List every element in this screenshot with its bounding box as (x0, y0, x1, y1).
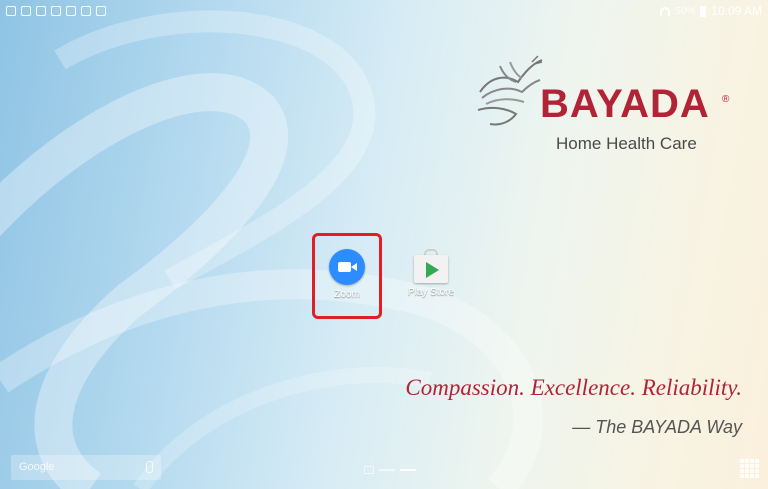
page-dot[interactable] (379, 469, 395, 471)
bayada-logo: BAYADA ® Home Health Care (470, 52, 729, 153)
brand-name: BAYADA (540, 82, 710, 126)
dove-icon (477, 55, 543, 126)
apps-drawer-icon[interactable] (740, 459, 759, 478)
play-triangle-icon (426, 262, 439, 278)
download-icon (51, 6, 61, 16)
status-bar[interactable]: 50% 10:09 AM (0, 0, 768, 22)
screenshot-icon (21, 6, 31, 16)
cloud-upload-icon (36, 6, 46, 16)
system-status: 50% 10:09 AM (660, 4, 762, 18)
play-store-icon[interactable] (414, 249, 448, 283)
cast-icon (6, 6, 16, 16)
notification-icons (6, 6, 106, 16)
tagline: Compassion. Excellence. Reliability. (405, 375, 742, 400)
wallpaper-swirls (0, 10, 544, 489)
google-search-bar[interactable]: Google (11, 455, 161, 480)
home-screen: 50% 10:09 AM BAYADA ® Home Health Care Z… (0, 0, 768, 489)
app-label: Play Store (407, 287, 455, 298)
clock: 10:09 AM (711, 4, 762, 18)
page-dot-home[interactable] (364, 466, 374, 474)
bag-icon (81, 6, 91, 16)
registered-mark: ® (722, 94, 730, 105)
brand-subtitle: Home Health Care (556, 134, 697, 153)
play-store-app-shortcut[interactable]: Play Store (397, 244, 465, 298)
google-search-label: Google (19, 461, 55, 473)
wifi-icon (660, 6, 671, 16)
zoom-highlight-box (312, 233, 382, 319)
battery-icon (700, 5, 707, 17)
battery-percent: 50% (675, 5, 696, 17)
bag-icon (96, 6, 106, 16)
signature: — The BAYADA Way (572, 417, 742, 437)
page-dot-active[interactable] (400, 469, 416, 471)
bag-icon (66, 6, 76, 16)
page-indicator[interactable] (364, 466, 416, 474)
mic-icon[interactable] (146, 461, 153, 473)
